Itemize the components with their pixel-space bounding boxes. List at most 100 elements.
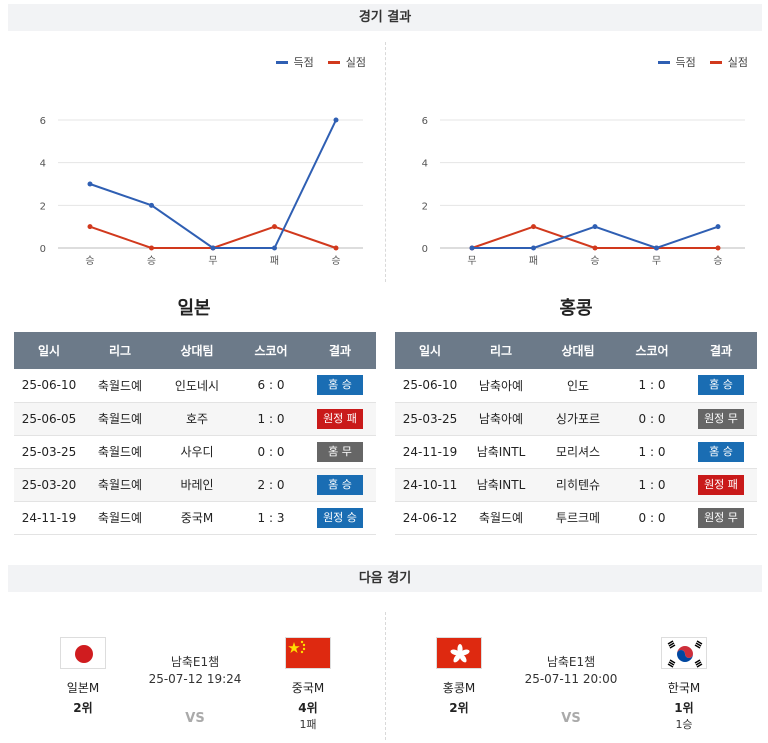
conceded-series-line — [471, 225, 718, 249]
data-point[interactable] — [531, 224, 536, 230]
table-row[interactable]: 25-03-20 축월드예 바레인 2 : 0 홈 승 — [14, 468, 376, 502]
home-team-rank: 2위 — [449, 701, 469, 715]
table-row[interactable]: 24-10-11 남축INTL 리히텐슈 1 : 0 원정 패 — [395, 468, 757, 502]
opponent-cell: 모리셔스 — [537, 435, 619, 469]
col-league[interactable]: 리그 — [465, 332, 537, 369]
legend-scored-label: 득점 — [675, 56, 696, 69]
table-row[interactable]: 25-06-10 남축아예 인도 1 : 0 홈 승 — [395, 369, 757, 403]
table-row[interactable]: 24-06-12 축월드예 투르크메 0 : 0 원정 무 — [395, 501, 757, 535]
match-info: 남축E1챔 25-07-11 20:00 VS — [501, 653, 641, 726]
legend-conceded[interactable]: 실점 — [709, 54, 748, 70]
legend-conceded[interactable]: 실점 — [327, 54, 366, 70]
data-point[interactable] — [333, 245, 339, 251]
data-point[interactable] — [531, 245, 536, 251]
col-score[interactable]: 스코어 — [238, 332, 304, 369]
data-point[interactable] — [333, 117, 339, 123]
result-badge: 홈 승 — [698, 441, 744, 462]
home-team-rank: 2위 — [73, 701, 93, 715]
col-opponent[interactable]: 상대팀 — [537, 332, 619, 369]
data-point[interactable] — [87, 224, 93, 230]
result-cell: 원정 패 — [685, 468, 757, 502]
table-row[interactable]: 25-06-10 축월드예 인도네시 6 : 0 홈 승 — [14, 369, 376, 403]
col-date[interactable]: 일시 — [14, 332, 84, 369]
data-point[interactable] — [654, 245, 659, 251]
vs-label: VS — [185, 711, 205, 726]
next-match-header: 다음 경기 — [8, 565, 762, 592]
japan-line-chart: 0 2 4 6 승 승 무 패 승 — [40, 116, 363, 267]
col-opponent[interactable]: 상대팀 — [156, 332, 238, 369]
table-row[interactable]: 24-11-19 남축INTL 모리셔스 1 : 0 홈 승 — [395, 435, 757, 469]
away-team-name: 한국M — [667, 681, 701, 695]
away-team-record: 1패 — [299, 718, 317, 731]
opponent-cell: 호주 — [156, 402, 238, 436]
next-match-1[interactable]: 일본M 2위 남축E1챔 25-07-12 19:24 VS 중국M 4위 1패 — [10, 620, 380, 740]
col-result[interactable]: 결과 — [685, 332, 757, 369]
hongkong-chart: 득점 실점 0 2 4 6 무 패 승 무 승 — [390, 42, 760, 282]
legend-conceded-label: 실점 — [727, 56, 748, 69]
opponent-cell: 리히텐슈 — [537, 468, 619, 502]
data-point[interactable] — [87, 181, 93, 187]
x-tick-label: 패 — [270, 255, 279, 267]
away-team-name: 중국M — [291, 681, 325, 695]
date-cell: 24-11-19 — [395, 435, 465, 469]
away-team[interactable]: 한국M 1위 1승 — [639, 637, 729, 732]
legend-conceded-swatch — [709, 60, 722, 64]
league-cell: 축월드예 — [465, 501, 537, 535]
away-team-rank: 4위 — [298, 701, 318, 715]
score-cell: 0 : 0 — [619, 402, 685, 436]
x-tick-label: 무 — [467, 256, 476, 267]
data-point[interactable] — [149, 202, 154, 208]
score-cell: 0 : 0 — [238, 435, 304, 469]
legend-scored[interactable]: 득점 — [657, 54, 696, 70]
table-row[interactable]: 25-03-25 축월드예 사우디 0 : 0 홈 무 — [14, 435, 376, 469]
score-cell: 1 : 0 — [619, 468, 685, 502]
x-tick-label: 승 — [147, 255, 156, 267]
data-point[interactable] — [592, 245, 598, 251]
y-tick-label: 6 — [422, 116, 428, 127]
data-point[interactable] — [715, 224, 721, 230]
data-point[interactable] — [715, 245, 721, 251]
team-title-hongkong: 홍콩 — [559, 298, 593, 319]
date-cell: 25-03-20 — [14, 468, 84, 502]
x-tick-label: 승 — [590, 255, 599, 267]
league-cell: 남축INTL — [465, 468, 537, 502]
home-team[interactable]: 일본M 2위 — [38, 637, 128, 716]
col-date[interactable]: 일시 — [395, 332, 465, 369]
legend-conceded-swatch — [327, 60, 340, 64]
y-tick-label: 0 — [422, 244, 428, 255]
data-point[interactable] — [272, 224, 277, 230]
vs-label: VS — [561, 711, 581, 726]
data-point[interactable] — [469, 245, 475, 251]
data-point[interactable] — [210, 245, 216, 251]
next-match-title: 다음 경기 — [358, 571, 412, 586]
table-row[interactable]: 24-11-19 축월드예 중국M 1 : 3 원정 승 — [14, 501, 376, 535]
col-league[interactable]: 리그 — [84, 332, 156, 369]
match-time: 25-07-11 20:00 — [524, 672, 618, 686]
col-result[interactable]: 결과 — [304, 332, 376, 369]
legend-scored[interactable]: 득점 — [275, 54, 314, 70]
data-point[interactable] — [149, 245, 154, 251]
match-league: 남축E1챔 — [170, 655, 220, 669]
score-cell: 1 : 0 — [619, 369, 685, 403]
scored-series-line — [89, 119, 337, 249]
table-header-row: 일시 리그 상대팀 스코어 결과 — [14, 332, 376, 369]
result-cell: 홈 승 — [685, 435, 757, 469]
away-team[interactable]: 중국M 4위 1패 — [263, 637, 353, 732]
score-cell: 0 : 0 — [619, 501, 685, 535]
conceded-series-line — [89, 225, 337, 249]
y-tick-label: 0 — [40, 244, 46, 255]
data-point[interactable] — [592, 224, 598, 230]
table-row[interactable]: 25-06-05 축월드예 호주 1 : 0 원정 패 — [14, 402, 376, 436]
col-score[interactable]: 스코어 — [619, 332, 685, 369]
away-team-record: 1승 — [675, 718, 693, 731]
data-point[interactable] — [272, 245, 277, 251]
match-time: 25-07-12 19:24 — [148, 672, 242, 686]
next-match-2[interactable]: 홍콩M 2위 남축E1챔 25-07-11 20:00 VS 한국M 1위 1승 — [390, 620, 760, 740]
league-cell: 남축INTL — [465, 435, 537, 469]
results-title: 경기 결과 — [358, 10, 412, 25]
home-team[interactable]: 홍콩M 2위 — [414, 637, 504, 716]
table-row[interactable]: 25-03-25 남축아예 싱가포르 0 : 0 원정 무 — [395, 402, 757, 436]
score-cell: 1 : 0 — [238, 402, 304, 436]
score-cell: 1 : 0 — [619, 435, 685, 469]
scored-series-line — [472, 225, 719, 250]
